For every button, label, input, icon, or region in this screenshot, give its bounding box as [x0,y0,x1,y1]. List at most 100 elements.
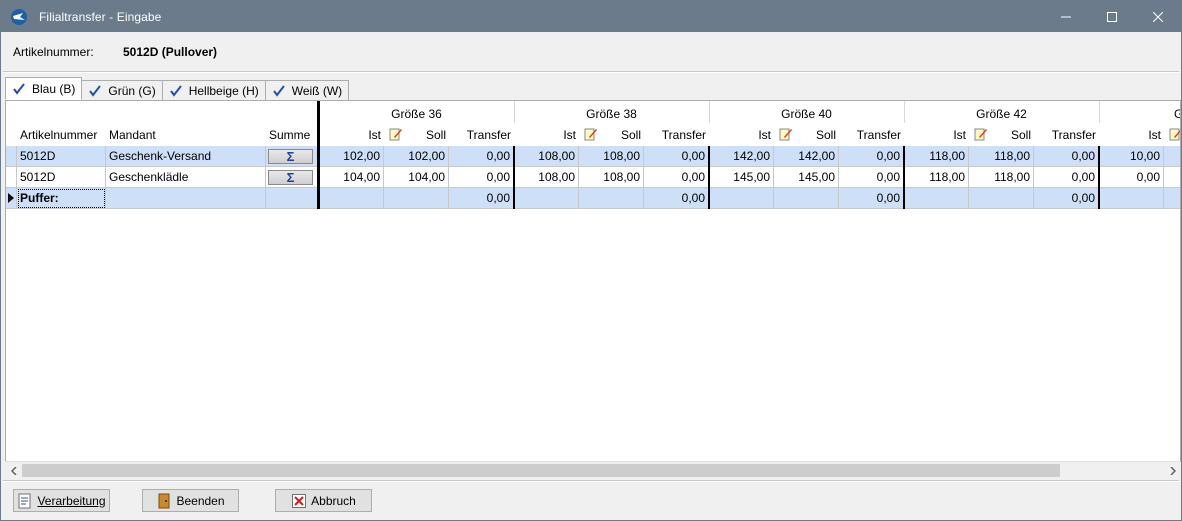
cell-transfer[interactable]: 0,00 [839,167,904,188]
cell-ist[interactable] [514,188,579,209]
minimize-button[interactable] [1043,1,1089,32]
column-header-artikelnummer[interactable]: Artikelnummer [17,127,105,143]
cell-soll[interactable]: 102,00 [384,146,449,167]
tab-blau[interactable]: Blau (B) [5,77,83,100]
size-group-header-44: G [1171,106,1180,122]
column-header-ist[interactable]: Ist [709,127,774,143]
cell-ist[interactable]: 10,00 [1099,146,1164,167]
transfer-grid[interactable]: Größe 36 Größe 38 Größe 40 Größe 42 G Ar… [5,100,1181,477]
cell-ist[interactable]: 108,00 [514,146,579,167]
cell-summe[interactable] [266,188,319,209]
column-header-ist[interactable]: Ist [1099,127,1164,143]
column-header-soll[interactable]: Soll [969,127,1034,143]
column-header-ist[interactable]: Ist [904,127,969,143]
cell-soll[interactable] [774,188,839,209]
cell-transfer[interactable]: 0,00 [1034,167,1099,188]
checkmark-icon [169,84,182,97]
column-header-transfer[interactable]: Transfer [839,127,904,143]
cell-transfer[interactable]: 0,00 [839,146,904,167]
cell-soll[interactable]: 104,00 [384,167,449,188]
cell-soll[interactable] [384,188,449,209]
scroll-left-button[interactable] [5,462,22,479]
cell-ist[interactable] [319,188,384,209]
cell-soll[interactable] [579,188,644,209]
tab-label: Grün (G) [108,83,156,98]
cell-ist[interactable]: 102,00 [319,146,384,167]
scroll-right-button[interactable] [1164,462,1181,479]
cell-ist[interactable]: 142,00 [709,146,774,167]
article-number-value: 5012D (Pullover) [123,45,218,59]
cell-soll[interactable]: 108,00 [579,146,644,167]
cell-soll[interactable]: 142,00 [774,146,839,167]
cell-ist[interactable] [904,188,969,209]
tab-weiss[interactable]: Weiß (W) [264,80,350,100]
tab-label: Weiß (W) [291,83,343,98]
size-group-header-42: Größe 42 [976,107,1027,121]
cell-ist[interactable] [1099,188,1164,209]
cell-transfer[interactable]: 0,00 [449,167,514,188]
tab-hellbeige[interactable]: Hellbeige (H) [161,80,266,100]
cell-partial[interactable] [1164,188,1180,209]
exit-door-icon [158,493,170,508]
cell-transfer[interactable]: 0,00 [644,167,709,188]
checkmark-icon [272,84,285,97]
cell-mandant[interactable]: Geschenklädle [106,167,266,188]
cell-ist[interactable]: 108,00 [514,167,579,188]
tab-gruen[interactable]: Grün (G) [81,80,163,100]
edit-note-icon [1169,128,1180,141]
horizontal-scrollbar[interactable] [5,461,1181,478]
cell-transfer[interactable]: 0,00 [449,188,514,209]
sum-button[interactable]: Σ [268,149,313,164]
verarbeitung-button[interactable]: Verarbeitung [13,489,110,512]
cell-ist[interactable]: 0,00 [1099,167,1164,188]
abbruch-button[interactable]: Abbruch [275,489,372,512]
size-group-header-36: Größe 36 [391,107,442,121]
cell-transfer[interactable]: 0,00 [839,188,904,209]
filialtransfer-window: Filialtransfer - Eingabe Artikelnummer: … [0,0,1182,521]
cell-soll[interactable]: 108,00 [579,167,644,188]
beenden-button[interactable]: Beenden [142,489,239,512]
column-header-soll[interactable]: Soll [384,127,449,143]
cell-mandant[interactable] [106,188,266,209]
cell-ist[interactable] [709,188,774,209]
size-group-header-40: Größe 40 [781,107,832,121]
maximize-button[interactable] [1089,1,1135,32]
cell-soll[interactable]: 118,00 [969,167,1034,188]
scrollbar-thumb[interactable] [22,464,1060,477]
cell-ist[interactable]: 118,00 [904,146,969,167]
cell-soll[interactable] [969,188,1034,209]
column-header-mandant[interactable]: Mandant [106,127,264,143]
column-header-ist[interactable]: Ist [319,127,384,143]
app-logo-icon [11,8,27,25]
cell-transfer[interactable]: 0,00 [644,188,709,209]
column-header-transfer[interactable]: Transfer [644,127,709,143]
cell-transfer[interactable]: 0,00 [1034,188,1099,209]
column-header-summe[interactable]: Summe [266,127,316,143]
footer-divider [3,480,1179,482]
column-header-soll[interactable]: Soll [774,127,839,143]
cell-transfer[interactable]: 0,00 [644,146,709,167]
cell-ist[interactable]: 118,00 [904,167,969,188]
cell-puffer-label[interactable]: Puffer: [17,188,106,209]
cell-partial[interactable] [1164,167,1180,188]
cell-ist[interactable]: 145,00 [709,167,774,188]
frozen-column-divider [317,101,320,209]
column-header-transfer[interactable]: Transfer [449,127,514,143]
cell-soll[interactable]: 145,00 [774,167,839,188]
cell-ist[interactable]: 104,00 [319,167,384,188]
cell-transfer[interactable]: 0,00 [449,146,514,167]
close-icon [1153,11,1163,22]
column-header-soll[interactable]: Soll [579,127,644,143]
sum-button[interactable]: Σ [268,170,313,185]
button-label: Beenden [176,493,225,508]
cell-soll[interactable]: 118,00 [969,146,1034,167]
cell-artikelnummer[interactable]: 5012D [17,146,106,167]
maximize-icon [1107,11,1117,22]
column-header-transfer[interactable]: Transfer [1034,127,1099,143]
cell-transfer[interactable]: 0,00 [1034,146,1099,167]
cell-mandant[interactable]: Geschenk-Versand [106,146,266,167]
column-header-ist[interactable]: Ist [514,127,579,143]
close-window-button[interactable] [1135,1,1181,32]
cell-artikelnummer[interactable]: 5012D [17,167,106,188]
cell-partial[interactable] [1164,146,1180,167]
